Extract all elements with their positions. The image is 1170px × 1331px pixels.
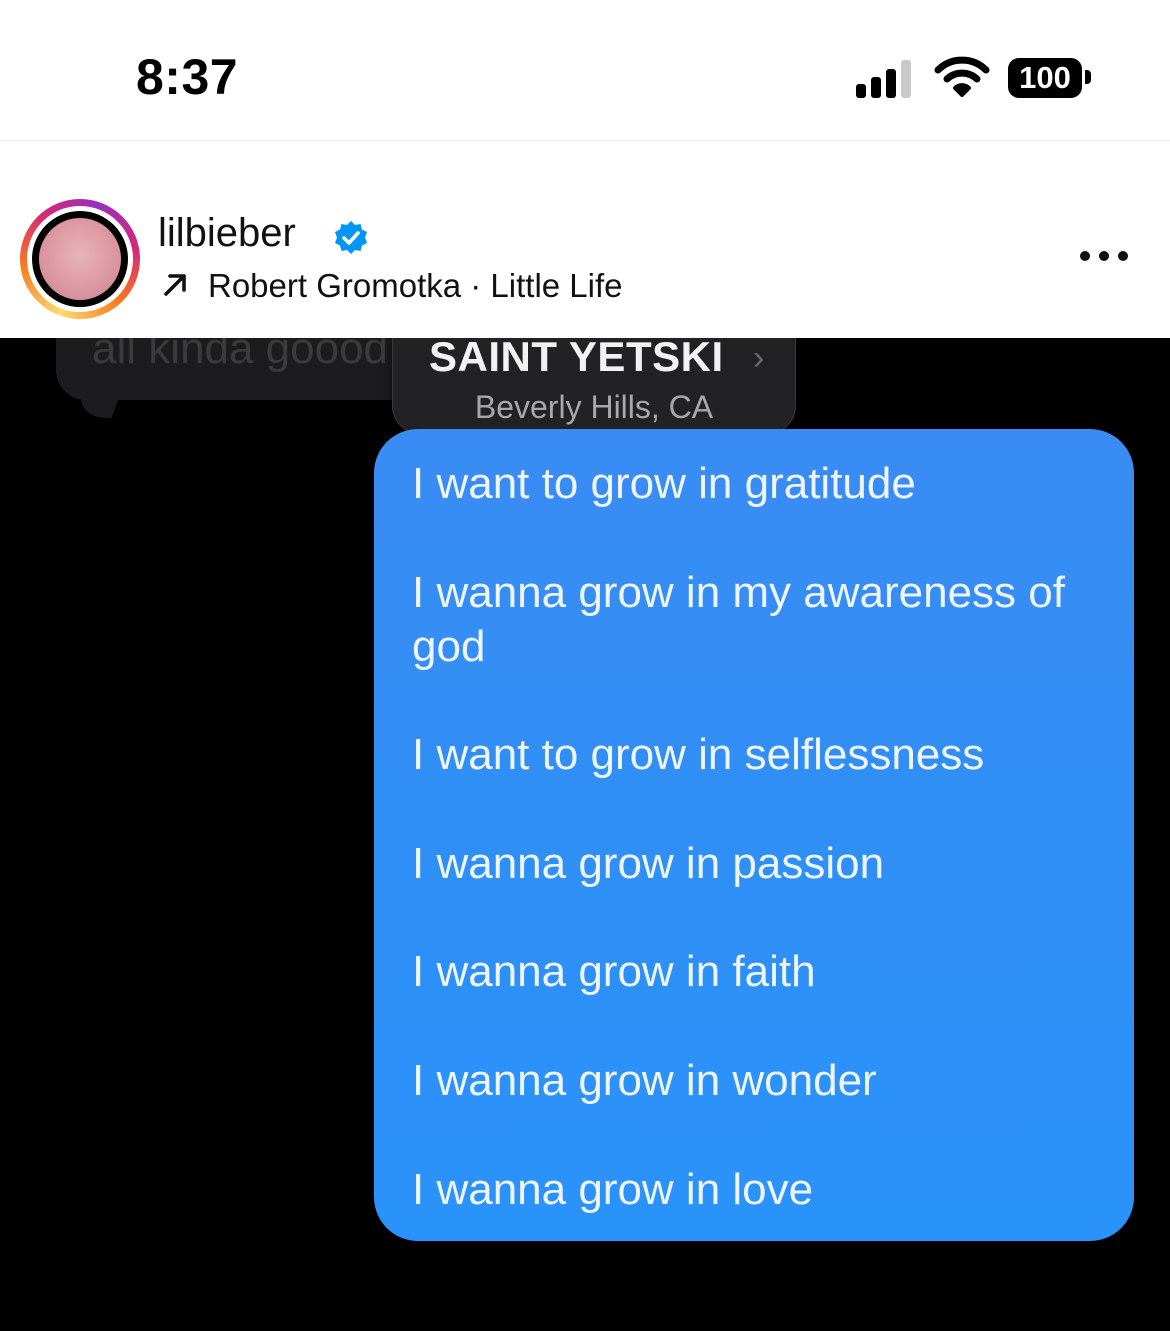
message-line: I wanna grow in passion [412, 839, 885, 888]
message-line: I wanna grow in love [412, 1165, 814, 1214]
message-line: I wanna grow in wonder [412, 1056, 877, 1105]
notification-subtitle: Beverly Hills, CA [474, 389, 714, 425]
status-time: 8:37 [136, 49, 239, 105]
post-media[interactable]: all kinda goood SAINT YETSKI › Beverly H… [0, 338, 1170, 1331]
battery-nub [1085, 70, 1091, 84]
battery-indicator: 100 [1008, 58, 1082, 98]
arrow-up-right-icon [164, 274, 186, 296]
message-line: I want to grow in gratitude [412, 459, 916, 508]
post-header: lilbieber Robert Gromotka · Little Life [0, 141, 1170, 338]
message-line: I want to grow in selflessness [412, 730, 985, 779]
sent-message-bubble: I want to grow in gratitude I wanna grow… [374, 429, 1134, 1241]
cellular-signal-icon [856, 58, 916, 98]
avatar[interactable] [20, 199, 140, 319]
received-message-text: all kinda goood [92, 338, 389, 373]
more-options-icon[interactable] [1078, 249, 1130, 263]
status-bar: 8:37 100 [0, 0, 1170, 141]
verified-badge-icon [335, 221, 367, 254]
message-line: I wanna grow in faith [412, 947, 816, 996]
notification-title: SAINT YETSKI [429, 338, 724, 380]
audio-attribution[interactable]: Robert Gromotka · Little Life [160, 267, 623, 305]
notification-banner: SAINT YETSKI › Beverly Hills, CA [392, 338, 796, 434]
chevron-right-icon: › [753, 339, 765, 377]
message-line: I wanna grow in my awareness of god [412, 568, 1065, 671]
audio-attribution-text: Robert Gromotka · Little Life [208, 267, 623, 304]
avatar-image [39, 218, 121, 300]
username[interactable]: lilbieber [158, 211, 296, 256]
wifi-icon [934, 56, 990, 97]
